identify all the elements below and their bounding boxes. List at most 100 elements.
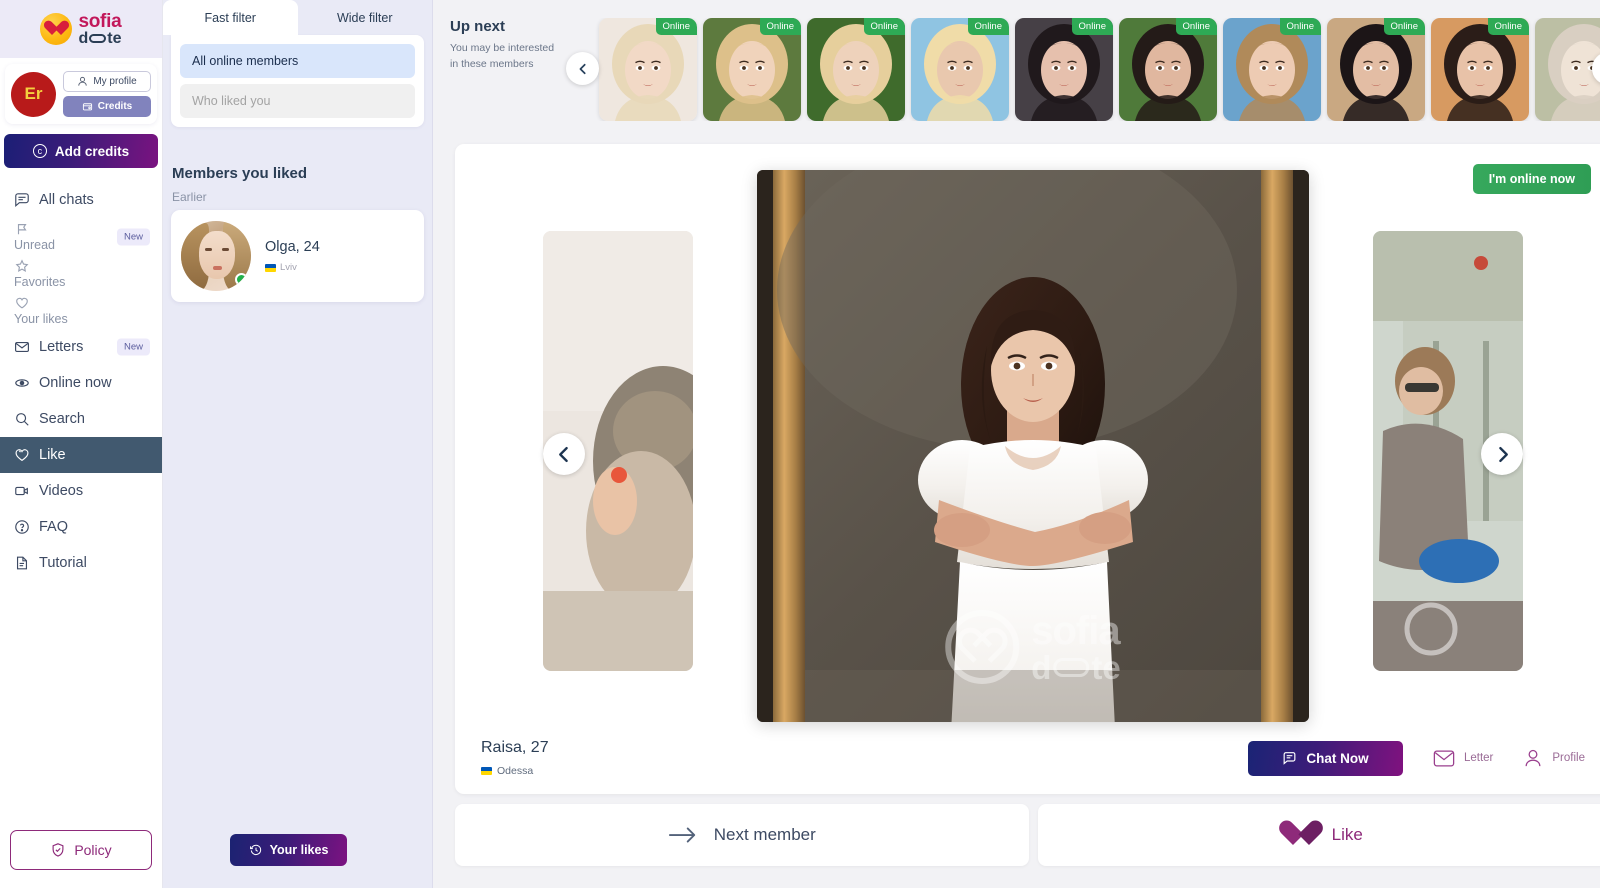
letter-button[interactable]: Letter xyxy=(1433,749,1493,768)
filter-column: Fast filter Wide filter All online membe… xyxy=(163,0,433,888)
sidebar-item-your-likes[interactable]: Your likes xyxy=(0,292,162,329)
sidebar-item-search[interactable]: Search xyxy=(0,401,162,437)
online-badge: Online xyxy=(1383,18,1425,35)
sidebar-item-videos[interactable]: Videos xyxy=(0,473,162,509)
tab-fast-filter[interactable]: Fast filter xyxy=(163,0,298,35)
sidebar-label-favorites: Favorites xyxy=(14,275,66,289)
thumbnail-carousel[interactable]: Online Online Online Online Online Online Onli… xyxy=(581,18,1600,121)
online-badge: Online xyxy=(1279,18,1321,35)
next-member-label: Next member xyxy=(713,825,816,844)
thumbnail-member-10[interactable] xyxy=(1535,18,1600,121)
thumbnail-member-4[interactable]: Online xyxy=(911,18,1009,121)
main-content: Up next You may be interested in these me… xyxy=(433,0,1600,888)
my-profile-button[interactable]: My profile xyxy=(63,71,151,92)
brand-logo[interactable]: sofia d te xyxy=(0,0,162,58)
left-sidebar: sofia d te Er My profile Credits c Add c… xyxy=(0,0,163,888)
profile-name: Raisa, 27 xyxy=(481,739,549,756)
sidebar-item-online-now[interactable]: Online now xyxy=(0,365,162,401)
member-avatar xyxy=(181,221,251,291)
envelope-icon xyxy=(1433,749,1455,768)
online-badge: Online xyxy=(759,18,801,35)
like-button[interactable]: Like xyxy=(1037,804,1600,866)
sidebar-item-letters[interactable]: Letters New xyxy=(0,329,162,365)
online-badge: Online xyxy=(863,18,905,35)
logo-text-sofia: sofia xyxy=(78,10,122,32)
photo-next-button[interactable] xyxy=(1481,433,1523,475)
next-member-button[interactable]: Next member xyxy=(455,804,1029,866)
add-credits-label: Add credits xyxy=(54,143,130,159)
envelope-icon xyxy=(14,339,30,355)
avatar[interactable]: Er xyxy=(11,71,56,117)
filter-option-all-online-members[interactable]: All online members xyxy=(180,44,415,78)
eye-icon xyxy=(14,375,30,391)
like-heart-icon xyxy=(14,447,30,463)
thumbnail-member-6[interactable]: Online xyxy=(1119,18,1217,121)
ukraine-flag-icon xyxy=(265,263,276,272)
member-location: Lviv xyxy=(265,262,414,273)
profile-label: Profile xyxy=(1552,752,1585,764)
members-you-liked-title: Members you liked xyxy=(172,165,308,182)
sidebar-label-all-chats: All chats xyxy=(39,192,94,208)
chat-now-button[interactable]: Chat Now xyxy=(1247,740,1403,776)
profile-photo-panel: I'm online now sofia d te Raisa, 27 Odes… xyxy=(455,144,1600,794)
letter-label: Letter xyxy=(1463,752,1494,764)
filter-tabs: Fast filter Wide filter xyxy=(163,0,432,35)
sidebar-item-all-chats[interactable]: All chats xyxy=(0,182,162,218)
online-badge: Online xyxy=(967,18,1009,35)
thumbnail-member-9[interactable]: Online xyxy=(1431,18,1529,121)
members-group-label: Earlier xyxy=(172,190,207,204)
sidebar-item-like[interactable]: Like xyxy=(0,437,162,473)
badge-new-letters: New xyxy=(116,338,150,356)
filter-option-who-liked-you[interactable]: Who liked you xyxy=(180,84,415,118)
video-icon xyxy=(14,483,30,499)
user-icon xyxy=(1523,748,1543,768)
sidebar-label-your-likes: Your likes xyxy=(14,312,68,326)
question-icon xyxy=(14,519,30,535)
thumbnail-member-8[interactable]: Online xyxy=(1327,18,1425,121)
filter-options-card: All online members Who liked you xyxy=(171,35,424,127)
my-profile-label: My profile xyxy=(93,76,137,87)
tab-wide-filter[interactable]: Wide filter xyxy=(298,0,433,35)
add-credits-button[interactable]: c Add credits xyxy=(4,134,158,168)
heart-filled-icon xyxy=(1286,821,1316,849)
bottom-action-bar: Next member Like xyxy=(455,804,1600,866)
profile-main-photo[interactable]: sofia d te xyxy=(757,170,1309,722)
heart-icon xyxy=(14,295,30,311)
sidebar-item-unread[interactable]: Unread New xyxy=(0,218,162,255)
thumbnail-member-3[interactable]: Online xyxy=(807,18,905,121)
sidebar-item-faq[interactable]: FAQ xyxy=(0,509,162,545)
online-badge: Online xyxy=(1487,18,1529,35)
logo-heart-icon xyxy=(40,13,73,45)
thumbnail-member-5[interactable]: Online xyxy=(1015,18,1113,121)
thumbnail-member-1[interactable]: Online xyxy=(599,18,697,121)
star-icon xyxy=(14,258,30,274)
sidebar-label-online-now: Online now xyxy=(39,375,112,391)
sidebar-item-favorites[interactable]: Favorites xyxy=(0,255,162,292)
policy-button[interactable]: Policy xyxy=(10,830,152,870)
profile-button[interactable]: Profile xyxy=(1523,748,1585,768)
carousel-prev-button[interactable] xyxy=(566,52,599,85)
your-likes-button-label: Your likes xyxy=(269,843,329,857)
online-badge: Online xyxy=(1071,18,1113,35)
credit-coin-icon: c xyxy=(32,144,47,158)
arrow-right-icon xyxy=(668,825,698,845)
sidebar-item-tutorial[interactable]: Tutorial xyxy=(0,545,162,581)
credits-button[interactable]: Credits xyxy=(63,96,151,117)
ukraine-flag-icon xyxy=(481,767,492,775)
photo-carousel: sofia d te xyxy=(455,161,1600,731)
logo-text-date: d te xyxy=(78,29,122,47)
badge-new-unread: New xyxy=(116,228,150,245)
list-item[interactable]: Olga, 24 Lviv xyxy=(171,210,424,302)
thumbnail-member-7[interactable]: Online xyxy=(1223,18,1321,121)
sidebar-label-unread: Unread xyxy=(14,238,55,252)
logo-oval-icon xyxy=(89,34,107,43)
up-next-section: Up next You may be interested in these me… xyxy=(433,0,1600,140)
up-next-subtitle: You may be interested in these members xyxy=(450,42,555,70)
shield-icon xyxy=(50,842,66,858)
photo-prev-button[interactable] xyxy=(543,433,585,475)
your-likes-button[interactable]: Your likes xyxy=(230,834,347,866)
thumbnail-member-2[interactable]: Online xyxy=(703,18,801,121)
watermark-date-text: d te xyxy=(1031,648,1121,686)
up-next-title: Up next xyxy=(450,18,506,35)
sidebar-label-like: Like xyxy=(39,447,66,463)
